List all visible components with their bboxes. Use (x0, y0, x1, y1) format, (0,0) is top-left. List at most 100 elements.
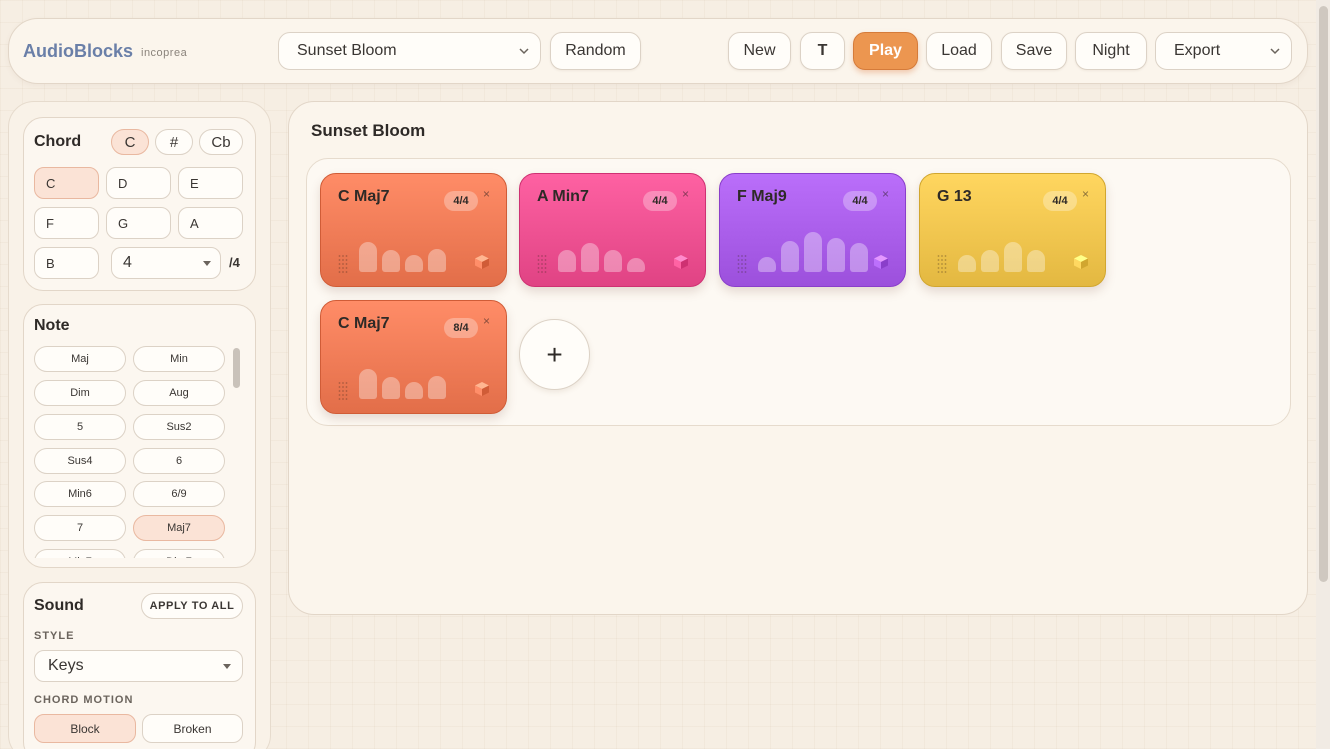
beats-suffix: /4 (229, 255, 240, 270)
voicing-bar (405, 382, 423, 399)
remove-block-icon[interactable]: × (1082, 187, 1089, 201)
voicing-bar (428, 376, 446, 399)
motion-broken-button[interactable]: Broken (142, 714, 243, 743)
voicing-bar (382, 377, 400, 399)
quality-6-9[interactable]: 6/9 (133, 481, 225, 507)
chord-block[interactable]: F Maj9 4/4 × (719, 173, 906, 287)
drag-handle-icon[interactable] (338, 254, 348, 274)
quality-maj[interactable]: Maj (34, 346, 126, 372)
quality-list[interactable]: Maj Min Dim Aug 5 Sus2 Sus4 6 Min6 6/9 7… (24, 340, 230, 558)
voicing-bar (958, 255, 976, 272)
remove-block-icon[interactable]: × (682, 187, 689, 201)
progression-select[interactable]: Sunset Bloom (278, 32, 541, 70)
key-button-d[interactable]: D (106, 167, 171, 199)
apply-to-all-button[interactable]: APPLY TO ALL (141, 593, 243, 619)
new-button[interactable]: New (728, 32, 791, 70)
key-button-a[interactable]: A (178, 207, 243, 239)
style-select[interactable]: Keys (34, 650, 243, 682)
voicing-bar (981, 250, 999, 272)
cube-icon[interactable] (474, 254, 490, 270)
quality-7[interactable]: 7 (34, 515, 126, 541)
voicing-bar (804, 232, 822, 272)
chord-block-beats[interactable]: 4/4 (843, 191, 877, 211)
drag-handle-icon[interactable] (537, 254, 547, 274)
chord-block-beats[interactable]: 4/4 (1043, 191, 1077, 211)
chord-voicing-bars (758, 228, 868, 272)
progression-select-value: Sunset Bloom (297, 42, 397, 59)
style-label: STYLE (34, 630, 75, 642)
sound-panel-title: Sound (34, 597, 84, 614)
quality-min7[interactable]: Min7 (34, 549, 126, 558)
add-block-button[interactable]: + (519, 319, 590, 390)
voicing-bar (827, 238, 845, 272)
remove-block-icon[interactable]: × (483, 314, 490, 328)
voicing-bar (428, 249, 446, 272)
cube-icon[interactable] (1073, 254, 1089, 270)
voicing-bar (627, 258, 645, 272)
beats-select-value: 4 (123, 254, 132, 271)
beats-select[interactable]: 4 (111, 247, 221, 279)
chord-block-beats[interactable]: 8/4 (444, 318, 478, 338)
key-button-b[interactable]: B (34, 247, 99, 279)
quality-min[interactable]: Min (133, 346, 225, 372)
chord-block-beats[interactable]: 4/4 (643, 191, 677, 211)
random-button[interactable]: Random (550, 32, 641, 70)
text-toggle-button[interactable]: T (800, 32, 845, 70)
key-button-c[interactable]: C (34, 167, 99, 199)
chevron-down-icon (1270, 48, 1280, 55)
chord-block-name: C Maj7 (338, 188, 390, 205)
page-scrollbar-thumb[interactable] (1319, 6, 1328, 582)
remove-block-icon[interactable]: × (882, 187, 889, 201)
voicing-bar (1027, 250, 1045, 272)
chord-block[interactable]: C Maj7 4/4 × (320, 173, 507, 287)
app-subtitle: incoprea (141, 47, 188, 59)
quality-6[interactable]: 6 (133, 448, 225, 474)
app-logo: AudioBlocks (23, 41, 134, 61)
key-button-e[interactable]: E (178, 167, 243, 199)
accidental-sharp-button[interactable]: # (155, 129, 193, 155)
chord-block[interactable]: G 13 4/4 × (919, 173, 1106, 287)
drag-handle-icon[interactable] (338, 381, 348, 401)
cube-icon[interactable] (474, 381, 490, 397)
quality-sus2[interactable]: Sus2 (133, 414, 225, 440)
motion-block-button[interactable]: Block (34, 714, 136, 743)
load-button[interactable]: Load (926, 32, 992, 70)
quality-aug[interactable]: Aug (133, 380, 225, 406)
chord-block-beats[interactable]: 4/4 (444, 191, 478, 211)
quality-dim7[interactable]: Dim7 (133, 549, 225, 558)
cube-icon[interactable] (673, 254, 689, 270)
drag-handle-icon[interactable] (937, 254, 947, 274)
caret-down-icon (223, 664, 231, 669)
key-button-g[interactable]: G (106, 207, 171, 239)
quality-5[interactable]: 5 (34, 414, 126, 440)
key-button-f[interactable]: F (34, 207, 99, 239)
drag-handle-icon[interactable] (737, 254, 747, 274)
quality-dim[interactable]: Dim (34, 380, 126, 406)
export-select[interactable]: Export (1155, 32, 1292, 70)
quality-maj7[interactable]: Maj7 (133, 515, 225, 541)
remove-block-icon[interactable]: × (483, 187, 490, 201)
export-select-value: Export (1174, 42, 1221, 59)
chord-block[interactable]: C Maj7 8/4 × (320, 300, 507, 414)
voicing-bar (850, 243, 868, 272)
accidental-flat-button[interactable]: Cb (199, 129, 243, 155)
voicing-bar (758, 257, 776, 272)
quality-list-scrollbar[interactable] (233, 348, 240, 388)
chord-panel-title: Chord (34, 133, 82, 150)
progression-title: Sunset Bloom (311, 121, 426, 140)
note-panel-title: Note (34, 317, 70, 334)
night-mode-button[interactable]: Night (1075, 32, 1147, 70)
chord-voicing-bars (359, 355, 446, 399)
chord-block[interactable]: A Min7 4/4 × (519, 173, 706, 287)
chord-block-name: A Min7 (537, 188, 589, 205)
cube-icon[interactable] (873, 254, 889, 270)
play-button[interactable]: Play (853, 32, 918, 70)
quality-min6[interactable]: Min6 (34, 481, 126, 507)
chord-voicing-bars (558, 228, 645, 272)
voicing-bar (781, 241, 799, 272)
accidental-natural-button[interactable]: C (111, 129, 149, 155)
chord-block-name: F Maj9 (737, 188, 787, 205)
voicing-bar (1004, 242, 1022, 272)
quality-sus4[interactable]: Sus4 (34, 448, 126, 474)
save-button[interactable]: Save (1001, 32, 1067, 70)
